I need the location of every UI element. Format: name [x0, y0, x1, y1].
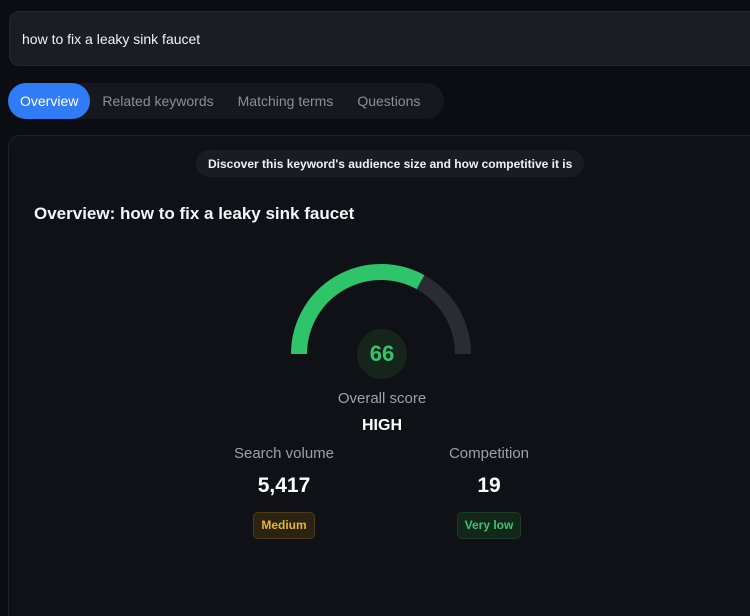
score-level: HIGH [362, 417, 402, 434]
overview-title: Overview: how to fix a leaky sink faucet [34, 204, 355, 223]
score-value-circle: 66 [357, 329, 407, 379]
tab-bar: Overview Related keywords Matching terms… [8, 83, 445, 119]
search-volume-label: Search volume [233, 445, 335, 462]
competition-label: Competition [448, 445, 530, 462]
tab-related-keywords[interactable]: Related keywords [90, 83, 225, 119]
search-volume-metric: Search volume 5,417 Medium [204, 445, 364, 539]
keyword-search-bar[interactable] [9, 11, 750, 66]
search-volume-badge: Medium [253, 512, 315, 539]
competition-metric: Competition 19 Very low [409, 445, 569, 539]
tab-matching-terms[interactable]: Matching terms [226, 83, 346, 119]
competition-badge: Very low [456, 512, 522, 539]
keyword-search-input[interactable] [22, 30, 750, 47]
score-value: 66 [369, 341, 395, 366]
competition-value: 19 [477, 474, 501, 497]
overview-panel: Discover this keyword's audience size an… [8, 135, 750, 616]
score-label: Overall score [337, 390, 427, 407]
search-volume-value: 5,417 [257, 474, 311, 497]
tab-overview[interactable]: Overview [8, 83, 91, 119]
info-hint-pill: Discover this keyword's audience size an… [196, 150, 585, 177]
tab-questions[interactable]: Questions [345, 83, 432, 119]
